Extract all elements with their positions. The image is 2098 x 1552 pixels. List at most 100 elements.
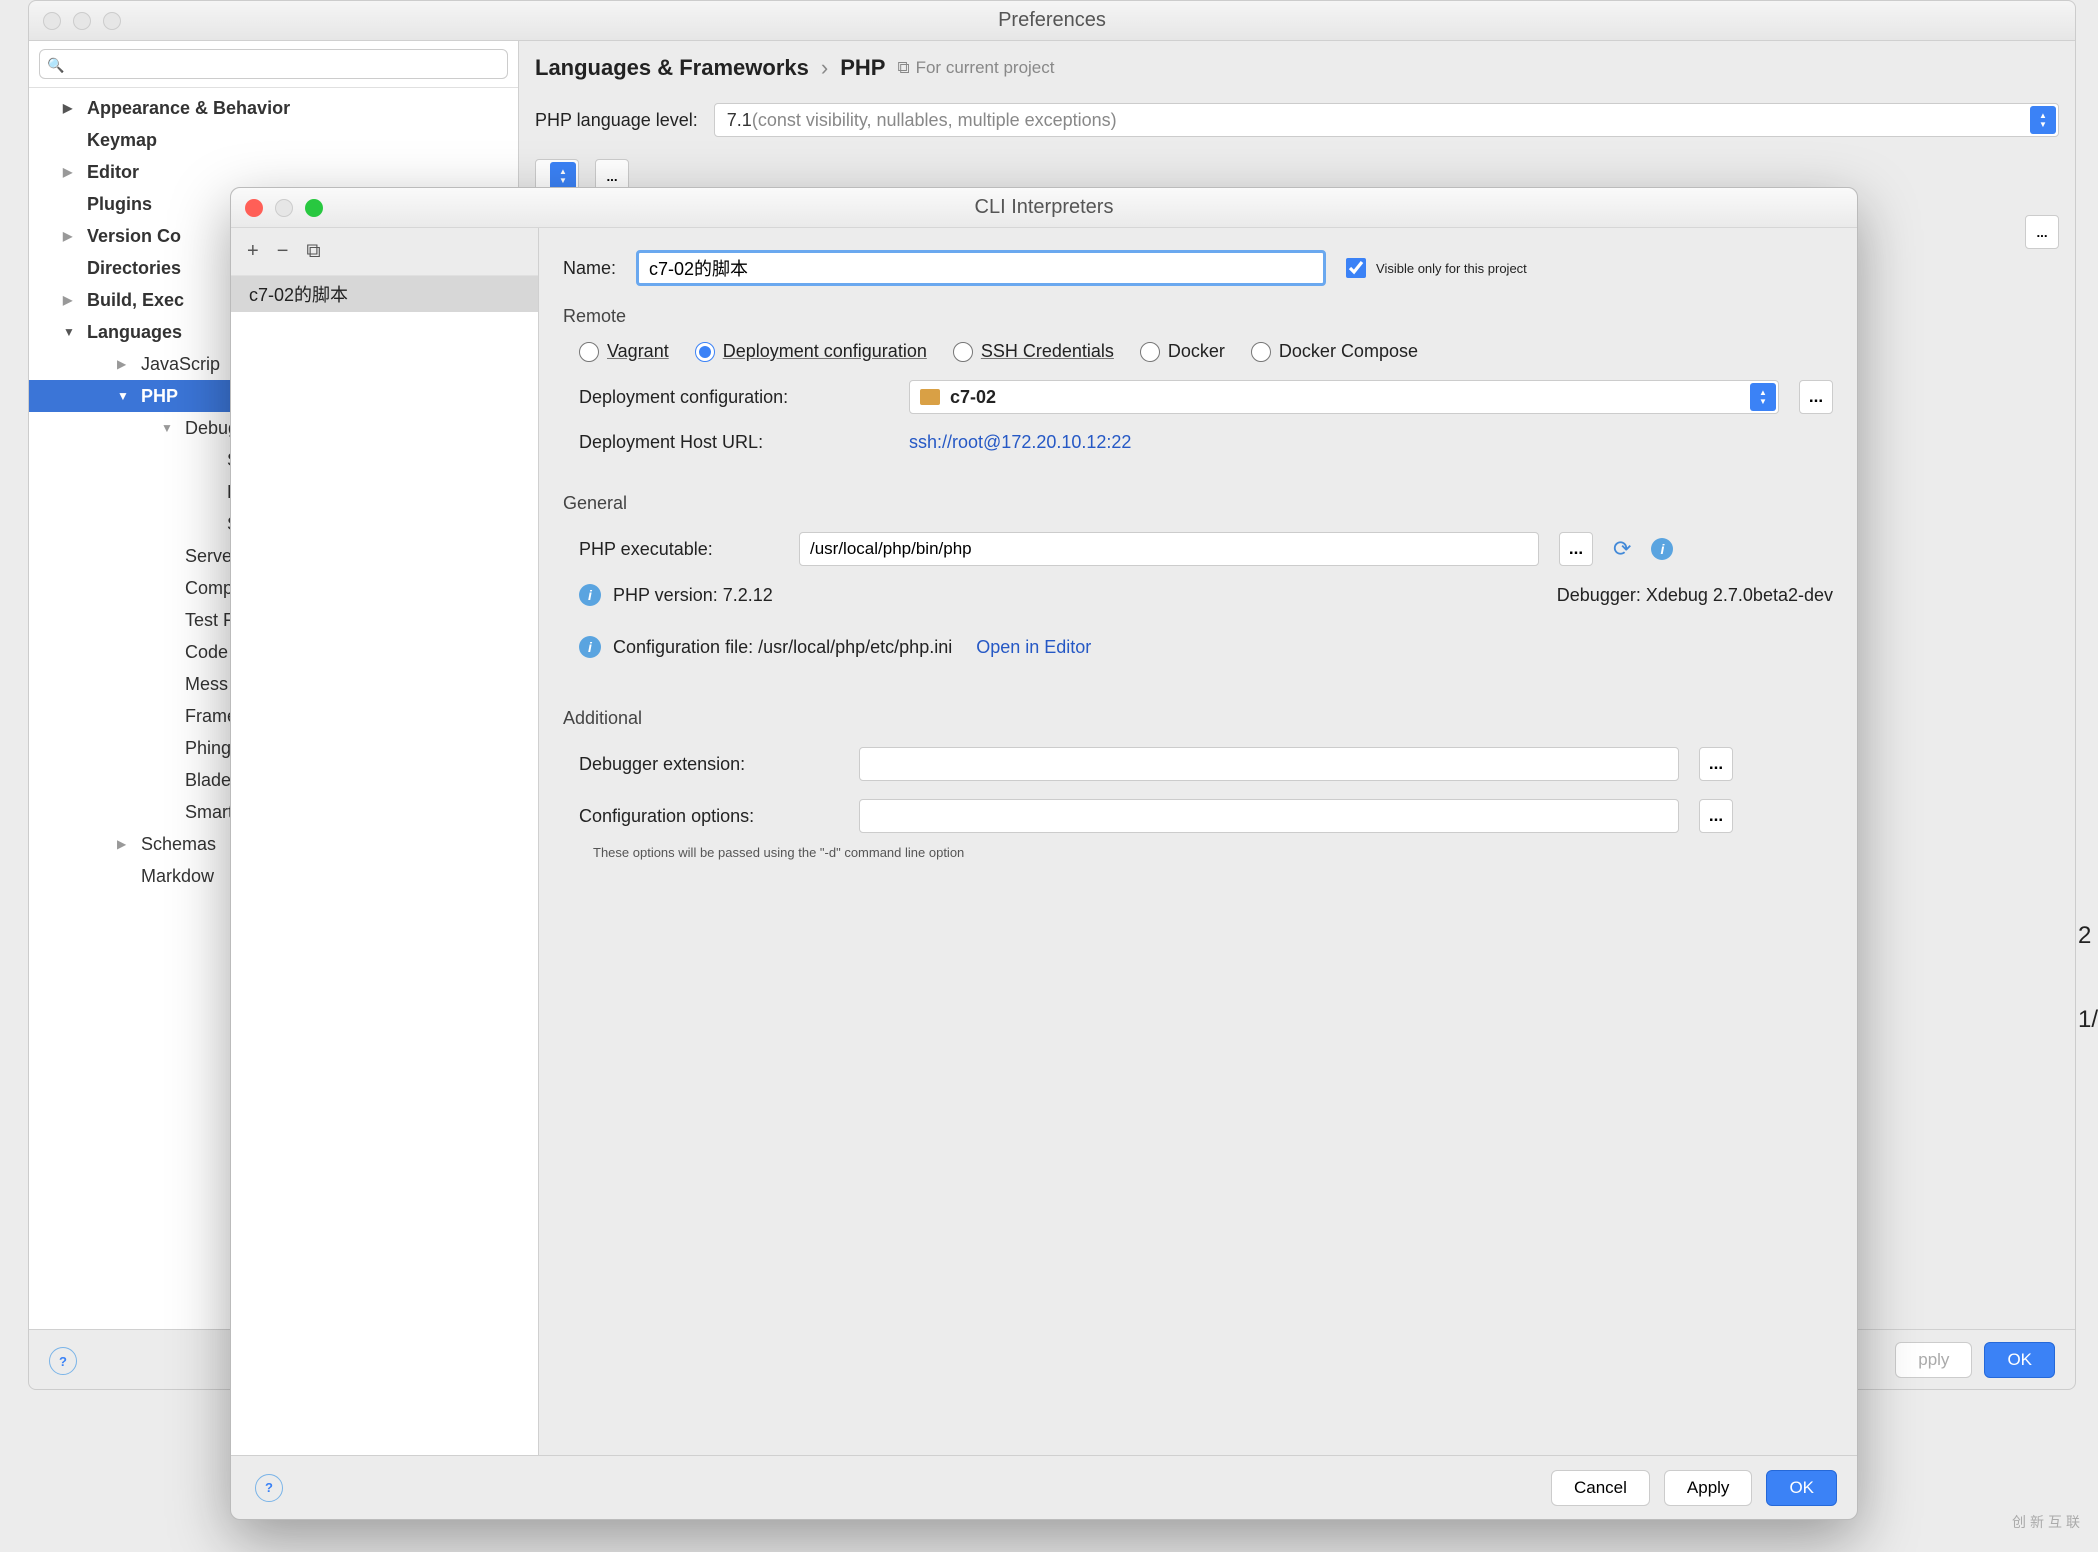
debugger-extension-row: Debugger extension: ... <box>563 747 1833 781</box>
deployment-config-row: Deployment configuration: c7-02 ▲▼ ... <box>563 380 1833 414</box>
breadcrumb: Languages & Frameworks › PHP ⧉ For curre… <box>535 55 2059 81</box>
debugger-text: Debugger: Xdebug 2.7.0beta2-dev <box>1557 585 1833 606</box>
disclosure-icon: ▼ <box>161 421 179 435</box>
tree-item-label: Test F <box>185 610 234 631</box>
copy-icon[interactable]: ⧉ <box>306 240 320 263</box>
tree-item-editor[interactable]: ▶ Editor <box>29 156 518 188</box>
php-executable-browse-button[interactable]: ... <box>1559 532 1593 566</box>
cli-interpreters-dialog: CLI Interpreters + − ⧉ c7-02的脚本 Name: Vi… <box>230 187 1858 1520</box>
prefs-titlebar: Preferences <box>29 1 2075 41</box>
lang-level-value: 7.1 <box>727 110 752 131</box>
visible-label: Visible only for this project <box>1376 261 1527 276</box>
cli-toolbar: + − ⧉ <box>231 228 538 276</box>
apply-button[interactable]: pply <box>1895 1342 1972 1378</box>
add-icon[interactable]: + <box>247 240 259 263</box>
remote-type-radios: Vagrant Deployment configuration SSH Cre… <box>563 341 1833 362</box>
tree-item-keymap[interactable]: Keymap <box>29 124 518 156</box>
include-path-browse-button[interactable]: ... <box>2025 215 2059 249</box>
debugger-extension-input[interactable] <box>859 747 1679 781</box>
info-icon[interactable]: i <box>1651 538 1673 560</box>
tree-item-label: Version Co <box>87 226 181 247</box>
tree-item-label: Languages <box>87 322 182 343</box>
cli-button-bar: ? Cancel Apply OK <box>231 1455 1857 1519</box>
config-options-browse-button[interactable]: ... <box>1699 799 1733 833</box>
disclosure-icon: ▶ <box>63 293 81 307</box>
config-options-input[interactable] <box>859 799 1679 833</box>
breadcrumb-b: PHP <box>840 55 885 81</box>
tree-item-label: JavaScrip <box>141 354 220 375</box>
chevron-updown-icon: ▲▼ <box>550 162 576 190</box>
zoom-icon[interactable] <box>305 199 323 217</box>
name-label: Name: <box>563 258 616 279</box>
apply-button[interactable]: Apply <box>1664 1470 1753 1506</box>
php-executable-input[interactable] <box>799 532 1539 566</box>
ok-button[interactable]: OK <box>1984 1342 2055 1378</box>
disclosure-icon: ▼ <box>63 325 81 339</box>
close-icon[interactable] <box>43 12 61 30</box>
info-icon: i <box>579 584 601 606</box>
cli-title: CLI Interpreters <box>975 196 1114 219</box>
deployment-host-row: Deployment Host URL: ssh://root@172.20.1… <box>563 432 1833 453</box>
general-section-header: General <box>563 493 1833 514</box>
radio-docker-compose[interactable]: Docker Compose <box>1251 341 1418 362</box>
tree-item-label: PHP <box>141 386 178 407</box>
tree-item-appearance-behavior[interactable]: ▶ Appearance & Behavior <box>29 92 518 124</box>
remote-section-header: Remote <box>563 306 1833 327</box>
chevron-updown-icon: ▲▼ <box>1750 383 1776 411</box>
remove-icon[interactable]: − <box>277 240 289 263</box>
radio-deployment[interactable]: Deployment configuration <box>695 341 927 362</box>
php-executable-row: PHP executable: ... ⟳ i <box>563 532 1833 566</box>
sidebar-search: 🔍 <box>29 41 518 88</box>
tree-item-label: Editor <box>87 162 139 183</box>
disclosure-icon: ▶ <box>63 229 81 243</box>
close-icon[interactable] <box>245 199 263 217</box>
deployment-config-select[interactable]: c7-02 ▲▼ <box>909 380 1779 414</box>
chevron-updown-icon: ▲▼ <box>2030 106 2056 134</box>
cancel-button[interactable]: Cancel <box>1551 1470 1650 1506</box>
prefs-help[interactable]: ? <box>49 1347 77 1375</box>
deployment-host-label: Deployment Host URL: <box>579 432 889 453</box>
cli-titlebar: CLI Interpreters <box>231 188 1857 228</box>
lang-level-select[interactable]: 7.1 (const visibility, nullables, multip… <box>714 103 2059 137</box>
cli-list: c7-02的脚本 <box>231 276 538 1455</box>
deployment-host-url[interactable]: ssh://root@172.20.10.12:22 <box>909 432 1131 453</box>
truncated-right-column: 2 1/ <box>2078 894 2098 1062</box>
lang-level-label: PHP language level: <box>535 110 698 131</box>
cli-list-item[interactable]: c7-02的脚本 <box>231 276 538 312</box>
config-file-label: Configuration file: /usr/local/php/etc/p… <box>613 637 952 658</box>
disclosure-icon: ▶ <box>63 101 81 115</box>
minimize-icon[interactable] <box>73 12 91 30</box>
visible-checkbox-input[interactable] <box>1346 258 1366 278</box>
lang-level-row: PHP language level: 7.1 (const visibilit… <box>535 103 2059 137</box>
config-file-row: i Configuration file: /usr/local/php/etc… <box>563 636 1833 658</box>
deployment-config-browse-button[interactable]: ... <box>1799 380 1833 414</box>
tree-item-label: Plugins <box>87 194 152 215</box>
radio-vagrant[interactable]: Vagrant <box>579 341 669 362</box>
php-executable-label: PHP executable: <box>579 539 779 560</box>
zoom-icon[interactable] <box>103 12 121 30</box>
cli-help[interactable]: ? <box>255 1474 283 1502</box>
debugger-extension-browse-button[interactable]: ... <box>1699 747 1733 781</box>
open-in-editor-link[interactable]: Open in Editor <box>976 637 1091 658</box>
debugger-extension-label: Debugger extension: <box>579 754 839 775</box>
tree-item-label: Keymap <box>87 130 157 151</box>
info-icon: i <box>579 636 601 658</box>
tree-item-label: Appearance & Behavior <box>87 98 290 119</box>
minimize-icon <box>275 199 293 217</box>
tree-item-label: Blade <box>185 770 231 791</box>
radio-docker[interactable]: Docker <box>1140 341 1225 362</box>
visible-project-checkbox[interactable]: Visible only for this project <box>1346 258 1527 278</box>
disclosure-icon: ▶ <box>117 357 135 371</box>
tree-item-label: Schemas <box>141 834 216 855</box>
help-icon: ? <box>255 1474 283 1502</box>
config-options-label: Configuration options: <box>579 806 839 827</box>
reload-icon[interactable]: ⟳ <box>1613 536 1631 562</box>
tree-item-label: Phing <box>185 738 231 759</box>
breadcrumb-project-scope: ⧉ For current project <box>897 58 1054 78</box>
disclosure-icon: ▶ <box>63 165 81 179</box>
name-input[interactable] <box>636 250 1326 286</box>
breadcrumb-sep: › <box>821 55 828 81</box>
search-input[interactable] <box>39 49 508 79</box>
radio-ssh[interactable]: SSH Credentials <box>953 341 1114 362</box>
ok-button[interactable]: OK <box>1766 1470 1837 1506</box>
